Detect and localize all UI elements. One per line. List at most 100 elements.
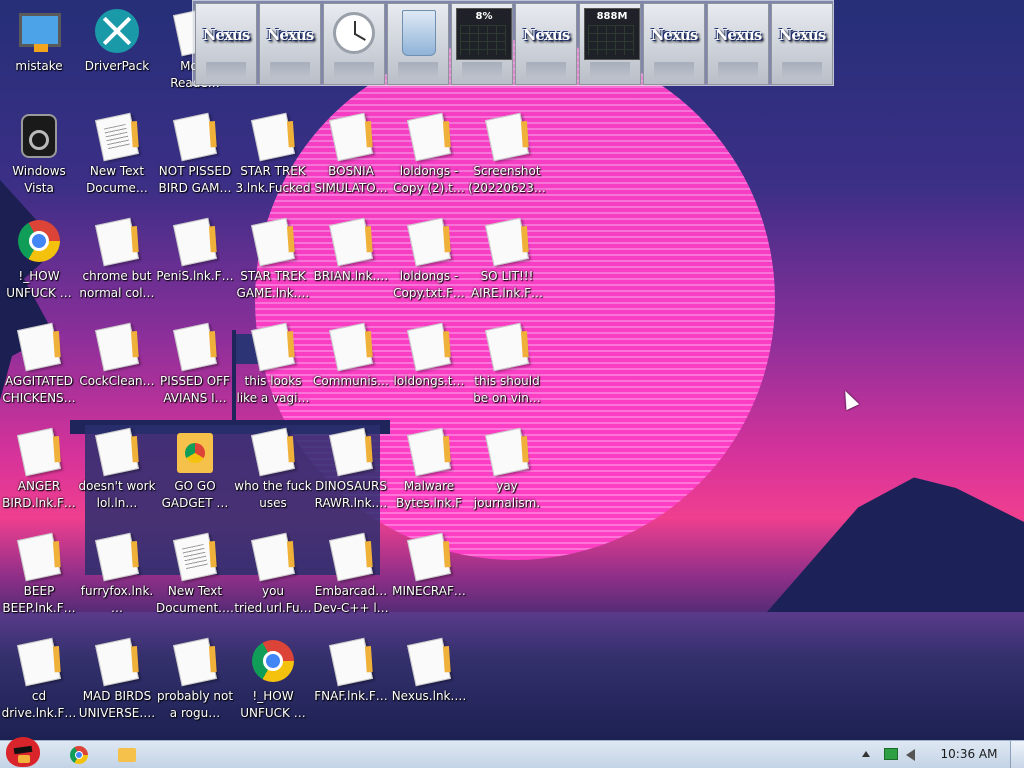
desktop-icon[interactable]: MINECRAF…: [390, 527, 468, 632]
desktop-icon[interactable]: !_HOW UNFUCK …: [0, 212, 78, 317]
nexus-logo-icon: Nexus: [520, 8, 572, 56]
desktop-icon-label: ANGER BIRD.lnk.F…: [2, 479, 76, 510]
document-icon-shape: [173, 217, 217, 267]
clock-icon: [333, 12, 375, 54]
document-icon: [249, 427, 297, 477]
document-icon-shape: [251, 112, 295, 162]
desktop-icon[interactable]: FNAF.lnk.F…: [312, 632, 390, 737]
dock-item-cpu-meter[interactable]: 8%: [451, 3, 513, 85]
desktop-icon[interactable]: this looks like a vagi…: [234, 317, 312, 422]
chrome-icon-shape: [18, 220, 60, 262]
desktop-icon[interactable]: STAR TREK GAME.lnk.…: [234, 212, 312, 317]
desktop-icon[interactable]: PeniS.lnk.F…: [156, 212, 234, 317]
document-icon-shape: [329, 322, 373, 372]
desktop-icon[interactable]: Malware Bytes.lnk.F…: [390, 422, 468, 527]
desktop-icon[interactable]: ANGER BIRD.lnk.F…: [0, 422, 78, 527]
taskbar-clock[interactable]: 10:36 AM: [934, 747, 1004, 761]
desktop-icon[interactable]: mistake: [0, 2, 78, 107]
desktop-icon[interactable]: who the fuck uses this.ln…: [234, 422, 312, 527]
document-icon: [405, 112, 453, 162]
vista-icon-shape: [21, 114, 57, 158]
desktop-icon[interactable]: Nexus.lnk.…: [390, 632, 468, 737]
dock-item-nexus[interactable]: Nexus: [515, 3, 577, 85]
document-icon-shape: [17, 637, 61, 687]
dock-item-nexus[interactable]: Nexus: [771, 3, 833, 85]
document-icon: [327, 322, 375, 372]
dock-item-recycle-bin[interactable]: [387, 3, 449, 85]
show-desktop-button[interactable]: [1010, 741, 1024, 768]
desktop[interactable]: mistakeDriverPackMo… Reade…Windows Vista…: [0, 0, 1024, 740]
desktop-icon[interactable]: DINOSAURS RAWR.lnk.…: [312, 422, 390, 527]
document-icon: [483, 322, 531, 372]
dock-item-ram-meter[interactable]: 888M: [579, 3, 641, 85]
desktop-icon[interactable]: MAD BIRDS UNIVERSE.…: [78, 632, 156, 737]
dock-item-nexus[interactable]: Nexus: [259, 3, 321, 85]
text-document-icon: [171, 532, 219, 582]
desktop-icon[interactable]: Communis…: [312, 317, 390, 422]
desktop-icon[interactable]: NOT PISSED BIRD GAM…: [156, 107, 234, 212]
nexus-logo-icon: Nexus: [712, 8, 764, 56]
dock-item-nexus[interactable]: Nexus: [643, 3, 705, 85]
document-icon-shape: [251, 427, 295, 477]
desktop-icon[interactable]: CockClean…: [78, 317, 156, 422]
document-icon: [483, 427, 531, 477]
desktop-icon[interactable]: DriverPack: [78, 2, 156, 107]
taskbar-explorer-button[interactable]: [110, 744, 144, 766]
start-button[interactable]: [2, 733, 46, 769]
document-icon-shape: [17, 427, 61, 477]
document-icon-shape: [329, 112, 373, 162]
volume-icon[interactable]: [906, 749, 915, 761]
desktop-icon[interactable]: Embarcad… Dev-C++ l…: [312, 527, 390, 632]
document-icon: [93, 322, 141, 372]
desktop-icon[interactable]: BOSNIA SIMULATO…: [312, 107, 390, 212]
document-icon-shape: [485, 427, 529, 477]
document-icon: [483, 112, 531, 162]
document-icon-shape: [251, 532, 295, 582]
desktop-icon[interactable]: doesn't work lol.ln…: [78, 422, 156, 527]
desktop-icon[interactable]: New Text Document.…: [156, 527, 234, 632]
desktop-icon[interactable]: this should be on vin…: [468, 317, 546, 422]
desktop-icon[interactable]: New Text Docume…: [78, 107, 156, 212]
document-icon-shape: [485, 217, 529, 267]
dock-reflection: [526, 62, 566, 78]
desktop-icon[interactable]: Screenshot (20220623…: [468, 107, 546, 212]
document-icon-shape: [95, 427, 139, 477]
dock-reflection: [782, 62, 822, 78]
desktop-icon[interactable]: loldongs - Copy.txt.F…: [390, 212, 468, 317]
desktop-icon[interactable]: STAR TREK 3.lnk.Fucked: [234, 107, 312, 212]
desktop-icon[interactable]: PISSED OFF AVIANS I…: [156, 317, 234, 422]
desktop-icon[interactable]: cd drive.lnk.F…: [0, 632, 78, 737]
dock-item-nexus[interactable]: Nexus: [195, 3, 257, 85]
taskbar-chrome-button[interactable]: [62, 744, 96, 766]
dock-item-nexus[interactable]: Nexus: [707, 3, 769, 85]
desktop-icon[interactable]: BRIAN.lnk.…: [312, 212, 390, 317]
chrome-folder-icon: [171, 427, 219, 475]
driverpack-icon-shape: [95, 9, 139, 53]
desktop-icon[interactable]: Windows Vista: [0, 107, 78, 212]
document-icon-shape: [407, 637, 451, 687]
document-icon: [327, 427, 375, 477]
desktop-icon[interactable]: SO LIT!!! AIRE.lnk.F…: [468, 212, 546, 317]
desktop-icon[interactable]: GO GO GADGET …: [156, 422, 234, 527]
dock-item-clock[interactable]: [323, 3, 385, 85]
desktop-icon[interactable]: furryfox.lnk.…: [78, 527, 156, 632]
desktop-icon[interactable]: BEEP BEEP.lnk.F…: [0, 527, 78, 632]
desktop-icon-label: who the fuck uses this.ln…: [234, 479, 312, 510]
desktop-icon[interactable]: !_HOW UNFUCK …: [234, 632, 312, 737]
show-hidden-icons-icon[interactable]: [862, 751, 870, 757]
monitor-icon-shape: [19, 13, 61, 52]
network-icon[interactable]: [884, 748, 898, 760]
desktop-icon-label: SO LIT!!! AIRE.lnk.F…: [470, 269, 544, 300]
desktop-icon-label: loldongs - Copy.txt.F…: [393, 269, 465, 300]
explorer-folder-icon: [118, 748, 136, 762]
desktop-icon[interactable]: you tried.url.Fu…: [234, 527, 312, 632]
desktop-icon[interactable]: loldongs - Copy (2).t…: [390, 107, 468, 212]
desktop-icon[interactable]: chrome but normal col…: [78, 212, 156, 317]
desktop-icon[interactable]: AGGITATED CHICKENS…: [0, 317, 78, 422]
desktop-icon-label: Nexus.lnk.…: [391, 689, 467, 703]
desktop-icon[interactable]: loldongs.t…: [390, 317, 468, 422]
desktop-icon-label: CockClean…: [79, 374, 155, 388]
desktop-icon[interactable]: probably not a rogu…: [156, 632, 234, 737]
desktop-icon[interactable]: yay journalism.…: [468, 422, 546, 527]
nexus-logo-icon: Nexus: [264, 8, 316, 56]
